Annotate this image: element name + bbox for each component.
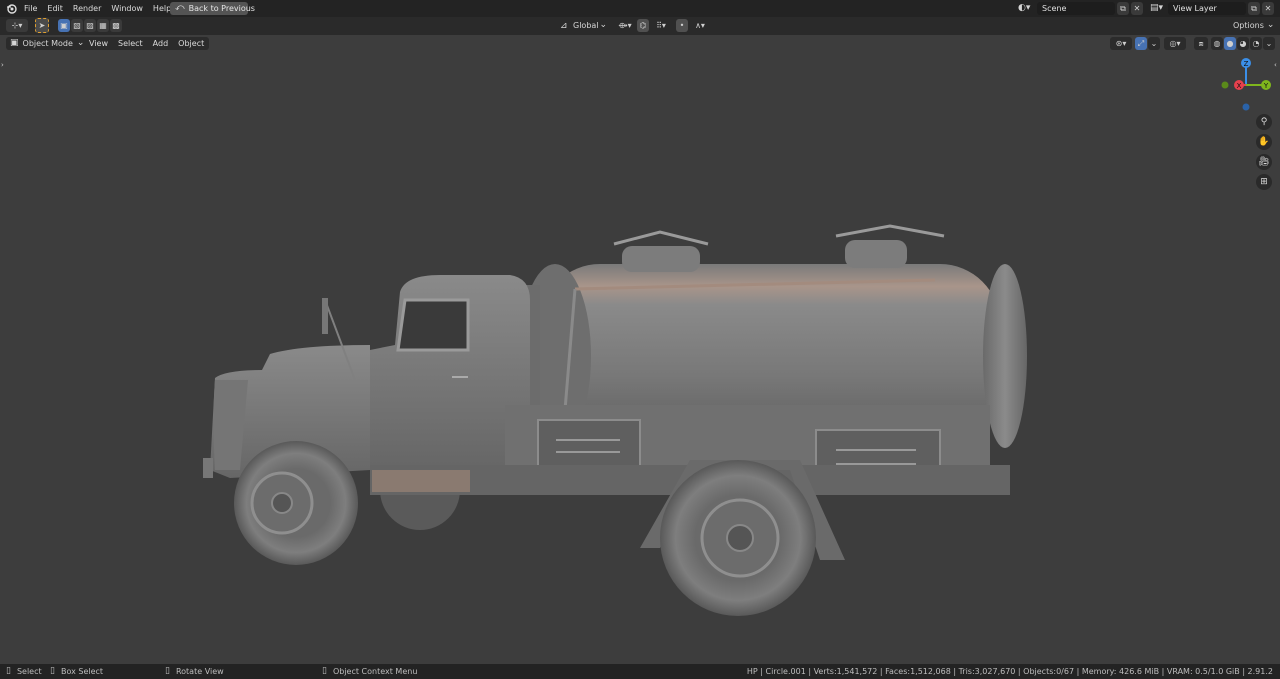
select-invert-icon[interactable]: ▦ (97, 19, 109, 32)
gizmo-toggle-icon[interactable]: ⤢ (1135, 37, 1147, 50)
selection-mode-group: ▣ ▧ ▨ ▦ ▩ (58, 19, 122, 32)
back-to-previous-button[interactable]: ⤺ Back to Previous (170, 2, 255, 15)
object-mode-icon: ▣ (10, 38, 19, 48)
select-hint-label: Select (16, 667, 42, 676)
rendered-shading-icon[interactable]: ◔ (1250, 37, 1262, 50)
gizmo-y-label: Y (1263, 82, 1269, 90)
overlays-icon[interactable]: ◎▾ (1164, 37, 1186, 50)
menu-view[interactable]: View (84, 39, 113, 48)
tank-hatch-rear (845, 240, 907, 268)
gizmo-dropdown-icon[interactable]: ⌄ (1148, 37, 1160, 50)
view-layer-name: View Layer (1173, 4, 1217, 13)
new-scene-icon[interactable]: ⧉ (1117, 2, 1129, 15)
menu-add[interactable]: Add (148, 39, 174, 48)
pivot-point-icon[interactable]: ⟴▾ (615, 19, 635, 32)
menu-window[interactable]: Window (106, 4, 148, 13)
camera-view-icon[interactable]: 🎥︎ (1256, 154, 1272, 170)
viewport-menus: View Select Add Object (84, 37, 210, 50)
viewport-header: ▣ Object Mode ⌄ View Select Add Object ⊛… (0, 35, 1280, 51)
scene-icon[interactable]: ◐▾ (1018, 4, 1030, 13)
menu-edit[interactable]: Edit (42, 4, 68, 13)
mouse-right-icon: ▯ (322, 666, 327, 676)
mouse-left-icon: ▯ (6, 666, 11, 676)
transform-orientation-value: Global (573, 21, 599, 30)
object-mode-label: Object Mode (22, 39, 73, 48)
proportional-edit-icon[interactable]: • (676, 19, 688, 32)
xray-toggle-icon[interactable]: ⧈ (1194, 37, 1208, 50)
new-view-layer-icon[interactable]: ⧉ (1248, 2, 1260, 15)
transform-orientation-dropdown[interactable]: Global ⌄ (571, 19, 609, 32)
options-dropdown[interactable]: Options ⌄ (1233, 19, 1274, 32)
zoom-view-icon[interactable]: ⚲ (1256, 114, 1272, 130)
menu-object[interactable]: Object (173, 39, 209, 48)
rotate-view-hint: ▯ Rotate View (165, 664, 224, 679)
sidebar-expand-icon[interactable]: ‹ (1274, 61, 1277, 70)
view-layer-icon[interactable]: ▤▾ (1150, 4, 1163, 13)
scene-field[interactable]: Scene (1037, 2, 1115, 15)
editor-type-icon[interactable]: ⊹▾ (6, 19, 28, 32)
menu-render[interactable]: Render (68, 4, 106, 13)
tank-hatch-front (622, 246, 700, 272)
blender-logo-icon[interactable] (6, 3, 17, 14)
3d-viewport[interactable]: ▣ Object Mode ⌄ View Select Add Object ⊛… (0, 35, 1280, 664)
snap-toggle-icon[interactable]: ⌬ (637, 19, 649, 32)
toolbar-expand-icon[interactable]: › (1, 61, 4, 70)
main-menu: File Edit Render Window Help (19, 0, 176, 17)
delete-scene-icon[interactable]: ✕ (1131, 2, 1143, 15)
select-tool-icon[interactable]: ➤ (35, 18, 49, 33)
mouse-middle-icon: ▯ (165, 666, 170, 676)
menu-select[interactable]: Select (113, 39, 148, 48)
tool-header: ⊹▾ ➤ ▣ ▧ ▨ ▦ ▩ ⊿ Global ⌄ ⟴▾ ⌬ ⠿▾ • ∧▾ O… (0, 17, 1280, 35)
transform-orientation-icon: ⊿ (560, 21, 568, 31)
view-layer-field[interactable]: View Layer (1168, 2, 1246, 15)
chevron-down-icon: ⌄ (1266, 20, 1275, 30)
delete-view-layer-icon[interactable]: ✕ (1262, 2, 1274, 15)
tanker-truck-model (203, 224, 1027, 616)
back-to-previous-label: Back to Previous (188, 4, 255, 13)
scene-statistics: HP | Circle.001 | Verts:1,541,572 | Face… (746, 667, 1273, 676)
status-bar: ▯ Select ▯ Box Select ▯ Rotate View ▯ Ob… (0, 664, 1280, 679)
pan-view-hand-icon[interactable]: ✋ (1256, 134, 1272, 150)
mouse-drag-icon: ▯ (50, 666, 55, 676)
options-label: Options (1233, 21, 1264, 30)
wireframe-shading-icon[interactable]: ◍ (1211, 37, 1223, 50)
view-object-types-icon[interactable]: ⊛▾ (1110, 37, 1132, 50)
box-select-hint: ▯ Box Select (50, 664, 103, 679)
gizmo-x-label: X (1237, 82, 1242, 90)
select-extend-icon[interactable]: ▧ (71, 19, 83, 32)
perspective-toggle-grid-icon[interactable]: ⊞ (1256, 174, 1272, 190)
top-bar: File Edit Render Window Help ⤺ Back to P… (0, 0, 1280, 17)
chevron-down-icon: ⌄ (599, 20, 607, 30)
scene-name: Scene (1042, 4, 1067, 13)
navigation-gizmo[interactable]: Z Y X (1218, 57, 1274, 113)
gizmo-z-label: Z (1244, 60, 1249, 68)
select-subtract-icon[interactable]: ▨ (84, 19, 96, 32)
select-hint: ▯ Select (6, 664, 42, 679)
select-intersect-icon[interactable]: ▩ (110, 19, 122, 32)
solid-shading-icon[interactable]: ● (1224, 37, 1236, 50)
object-mode-dropdown[interactable]: ▣ Object Mode ⌄ (6, 37, 89, 50)
material-shading-icon[interactable]: ◕ (1237, 37, 1249, 50)
cab-window (396, 298, 470, 352)
select-new-icon[interactable]: ▣ (58, 19, 70, 32)
proportional-falloff-icon[interactable]: ∧▾ (689, 19, 711, 32)
context-menu-hint: ▯ Object Context Menu (322, 664, 417, 679)
box-select-hint-label: Box Select (60, 667, 104, 676)
back-arrow-icon: ⤺ (175, 3, 185, 13)
menu-file[interactable]: File (19, 4, 42, 13)
rotate-view-hint-label: Rotate View (175, 667, 224, 676)
toolbox-panel-left (537, 419, 641, 467)
shading-options-icon[interactable]: ⌄ (1263, 37, 1275, 50)
context-menu-hint-label: Object Context Menu (332, 667, 418, 676)
snap-target-icon[interactable]: ⠿▾ (650, 19, 672, 32)
